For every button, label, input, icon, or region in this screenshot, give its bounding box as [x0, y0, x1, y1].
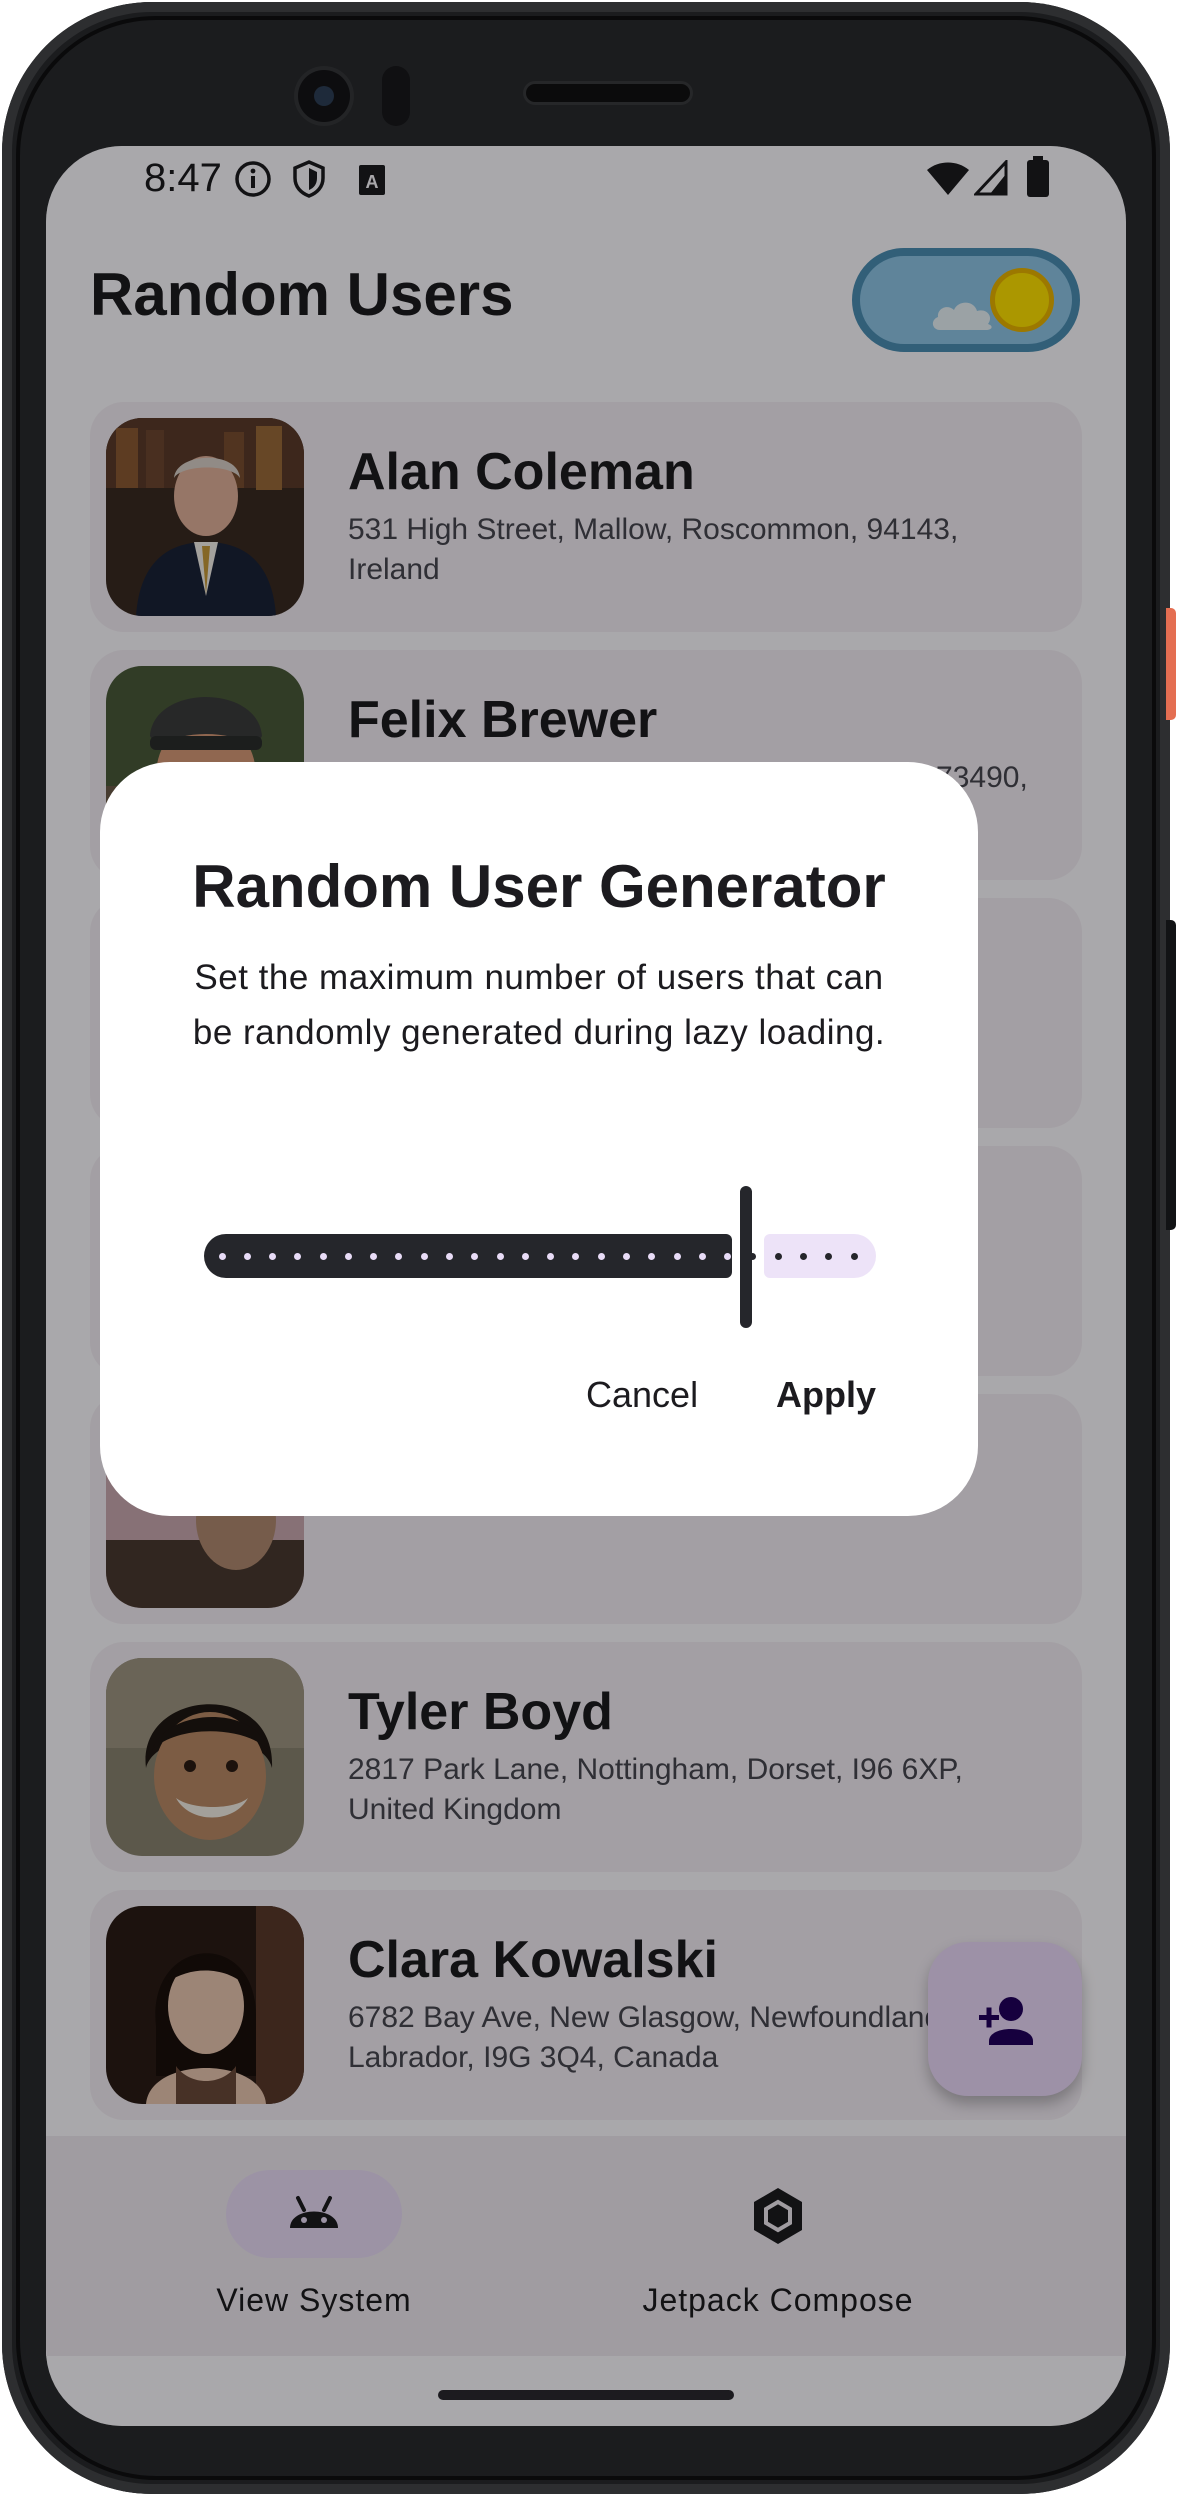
volume-button	[1166, 920, 1176, 1230]
slider-tick	[673, 1253, 681, 1260]
dialog-message: Set the maximum number of users that can…	[192, 958, 886, 1052]
slider-tick	[622, 1253, 630, 1260]
power-button	[1166, 608, 1176, 720]
slider-tick	[496, 1253, 504, 1260]
slider-tick	[344, 1253, 352, 1260]
apply-button[interactable]: Apply	[776, 1374, 876, 1416]
slider-tick	[597, 1253, 605, 1260]
slider-tick	[243, 1253, 251, 1260]
slider-tick	[218, 1253, 226, 1260]
dialog-title: Random User Generator	[192, 853, 886, 920]
slider-tick	[420, 1253, 428, 1260]
front-camera	[298, 70, 350, 122]
max-users-slider[interactable]	[204, 1168, 876, 1340]
earpiece-speaker	[526, 84, 690, 102]
slider-tick	[774, 1253, 782, 1260]
slider-thumb[interactable]	[740, 1186, 752, 1328]
proximity-sensor	[382, 66, 410, 126]
slider-tick	[698, 1253, 706, 1260]
slider-tick	[521, 1253, 529, 1260]
slider-tick	[799, 1253, 807, 1260]
slider-tick	[269, 1253, 277, 1260]
slider-tick	[319, 1253, 327, 1260]
cancel-button[interactable]: Cancel	[586, 1374, 698, 1416]
slider-tick	[446, 1253, 454, 1260]
slider-tick	[850, 1253, 858, 1260]
home-indicator[interactable]	[438, 2390, 734, 2400]
user-generator-dialog: Random User Generator Set the maximum nu…	[100, 762, 978, 1516]
